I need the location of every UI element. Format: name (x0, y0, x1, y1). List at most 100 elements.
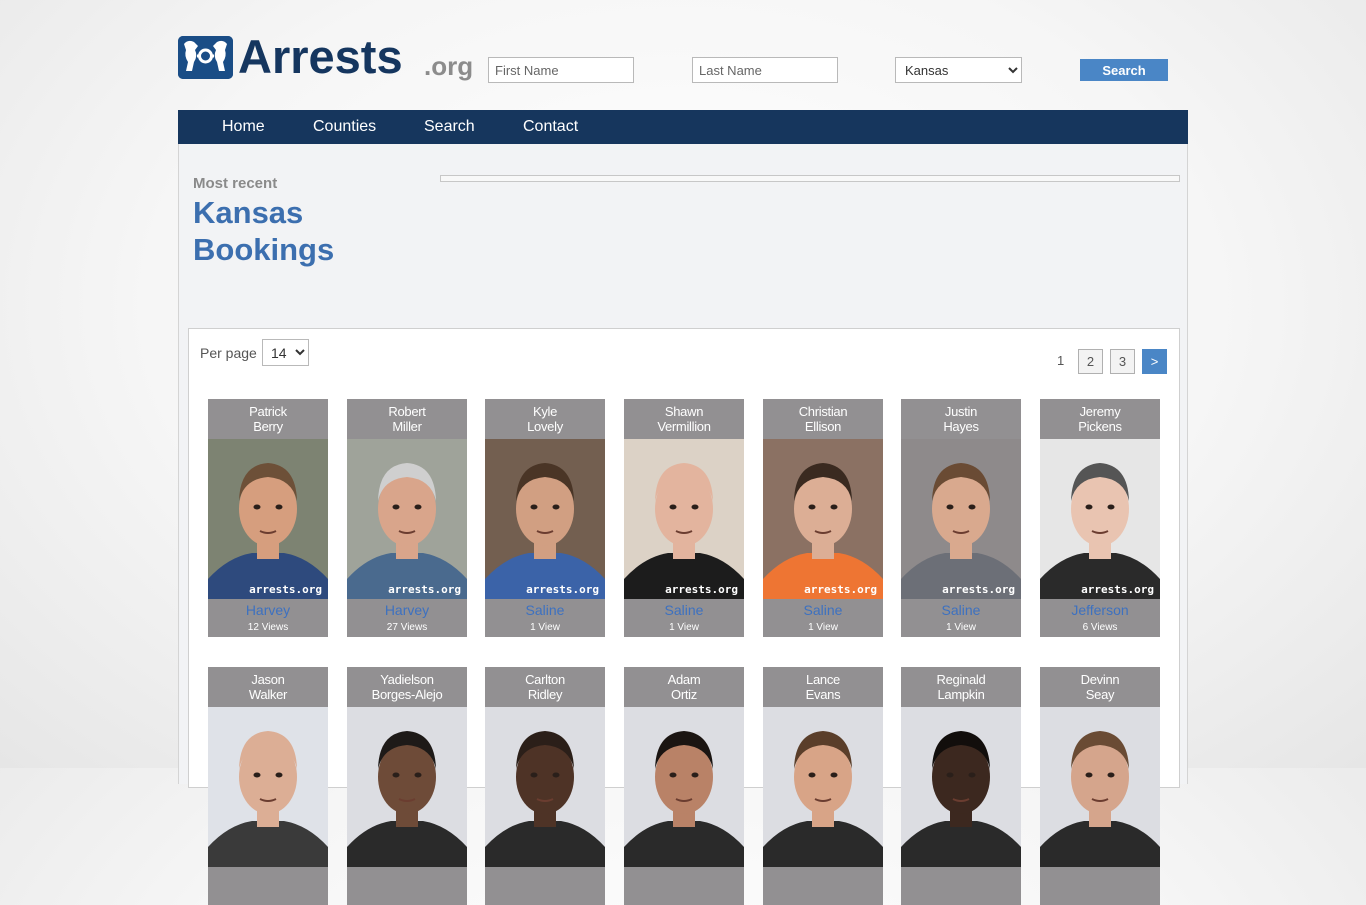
section-kicker: Most recent (193, 175, 278, 192)
booking-first-name: Jason (251, 672, 285, 687)
watermark-text: arrests.org (526, 583, 599, 596)
booking-name[interactable]: Christian Ellison (763, 404, 883, 434)
booking-last-name: Hayes (943, 419, 979, 434)
county-link[interactable]: Jefferson (1040, 602, 1160, 618)
booking-card[interactable]: Jeremy Pickens arrests.org Jefferson 6 Views (1040, 399, 1160, 637)
view-count: 1 View (946, 622, 976, 633)
booking-name[interactable]: Carlton Ridley (485, 672, 605, 702)
booking-card[interactable]: Devinn Seay (1040, 667, 1160, 905)
booking-last-name: Vermillion (657, 419, 711, 434)
booking-name[interactable]: Devinn Seay (1040, 672, 1160, 702)
mugshot-photo[interactable]: arrests.org (624, 439, 744, 599)
county-link[interactable]: Saline (763, 602, 883, 618)
booking-card[interactable]: Yadielson Borges-Alejo (347, 667, 467, 905)
county-link[interactable]: Harvey (347, 602, 467, 618)
mugshot-photo[interactable] (901, 707, 1021, 867)
per-page-select[interactable]: 14 (262, 339, 309, 366)
booking-first-name: Reginald (936, 672, 986, 687)
pagination-page-2[interactable]: 2 (1078, 349, 1103, 374)
booking-last-name: Lampkin (937, 687, 985, 702)
nav-counties[interactable]: Counties (313, 118, 376, 136)
logo-wordmark: Arrests (238, 30, 403, 83)
ad-placeholder (440, 175, 1180, 182)
booking-card[interactable]: Lance Evans (763, 667, 883, 905)
nav-contact[interactable]: Contact (523, 118, 578, 136)
booking-name[interactable]: Jeremy Pickens (1040, 404, 1160, 434)
county-link[interactable]: Saline (901, 602, 1021, 618)
booking-last-name: Berry (253, 419, 283, 434)
booking-card[interactable]: Carlton Ridley (485, 667, 605, 905)
booking-last-name: Ridley (527, 687, 563, 702)
view-count: 6 Views (1082, 622, 1118, 633)
mugshot-photo[interactable] (347, 707, 467, 867)
county-link[interactable]: Saline (624, 602, 744, 618)
handcuffs-logo-icon (178, 36, 233, 79)
booking-last-name: Ortiz (671, 687, 697, 702)
view-count: 1 View (808, 622, 838, 633)
booking-card[interactable]: Patrick Berry arrests.org Harvey 12 Views (208, 399, 328, 637)
booking-name[interactable]: Jason Walker (208, 672, 328, 702)
mugshot-photo[interactable]: arrests.org (485, 439, 605, 599)
booking-first-name: Lance (806, 672, 840, 687)
booking-name[interactable]: Patrick Berry (208, 404, 328, 434)
watermark-text: arrests.org (249, 583, 322, 596)
main-content: Most recent Kansas Bookings Per page 14 … (178, 144, 1188, 905)
pagination-current: 1 (1057, 353, 1065, 368)
nav-home[interactable]: Home (222, 118, 265, 136)
page-title-line2: Bookings (193, 232, 335, 267)
booking-name[interactable]: Lance Evans (763, 672, 883, 702)
search-button[interactable]: Search (1080, 59, 1168, 81)
pagination-next[interactable]: > (1142, 349, 1167, 374)
booking-first-name: Justin (944, 404, 978, 419)
mugshot-photo[interactable] (208, 707, 328, 867)
booking-last-name: Ellison (804, 419, 842, 434)
booking-card[interactable]: Kyle Lovely arrests.org Saline 1 View (485, 399, 605, 637)
booking-name[interactable]: Robert Miller (347, 404, 467, 434)
county-link[interactable]: Saline (485, 602, 605, 618)
booking-name[interactable]: Shawn Vermillion (624, 404, 744, 434)
booking-first-name: Patrick (249, 404, 287, 419)
booking-first-name: Yadielson (380, 672, 434, 687)
booking-card[interactable]: Shawn Vermillion arrests.org Saline 1 View (624, 399, 744, 637)
booking-name[interactable]: Reginald Lampkin (901, 672, 1021, 702)
booking-card[interactable]: Robert Miller arrests.org Harvey 27 Views (347, 399, 467, 637)
booking-card[interactable]: Christian Ellison arrests.org Saline 1 View (763, 399, 883, 637)
view-count: 1 View (530, 622, 560, 633)
booking-name[interactable]: Kyle Lovely (485, 404, 605, 434)
watermark-text: arrests.org (665, 583, 738, 596)
booking-name[interactable]: Justin Hayes (901, 404, 1021, 434)
mugshot-photo[interactable]: arrests.org (1040, 439, 1160, 599)
booking-last-name: Borges-Alejo (371, 687, 443, 702)
mugshot-photo[interactable] (763, 707, 883, 867)
booking-last-name: Miller (392, 419, 422, 434)
county-link[interactable]: Harvey (208, 602, 328, 618)
page-title-line1: Kansas (193, 195, 304, 230)
nav-search[interactable]: Search (424, 118, 475, 136)
mugshot-photo[interactable]: arrests.org (208, 439, 328, 599)
booking-last-name: Walker (248, 687, 288, 702)
mugshot-photo[interactable] (485, 707, 605, 867)
mugshot-photo[interactable]: arrests.org (763, 439, 883, 599)
mugshot-photo[interactable]: arrests.org (901, 439, 1021, 599)
state-select[interactable]: Kansas (895, 57, 1022, 83)
booking-card[interactable]: Jason Walker (208, 667, 328, 905)
first-name-input[interactable] (488, 57, 634, 83)
mugshot-photo[interactable] (624, 707, 744, 867)
booking-name[interactable]: Adam Ortiz (624, 672, 744, 702)
watermark-text: arrests.org (388, 583, 461, 596)
pagination-page-3[interactable]: 3 (1110, 349, 1135, 374)
booking-first-name: Devinn (1080, 672, 1120, 687)
booking-last-name: Seay (1085, 687, 1115, 702)
booking-last-name: Lovely (527, 419, 563, 434)
site-logo[interactable]: Arrests .org (178, 30, 473, 83)
booking-card[interactable]: Justin Hayes arrests.org Saline 1 View (901, 399, 1021, 637)
mugshot-photo[interactable] (1040, 707, 1160, 867)
booking-name[interactable]: Yadielson Borges-Alejo (347, 672, 467, 702)
booking-card[interactable]: Adam Ortiz (624, 667, 744, 905)
page-title: Kansas Bookings (193, 194, 334, 268)
watermark-text: arrests.org (942, 583, 1015, 596)
booking-card[interactable]: Reginald Lampkin (901, 667, 1021, 905)
mugshot-photo[interactable]: arrests.org (347, 439, 467, 599)
last-name-input[interactable] (692, 57, 838, 83)
main-nav: Home Counties Search Contact (178, 110, 1188, 144)
